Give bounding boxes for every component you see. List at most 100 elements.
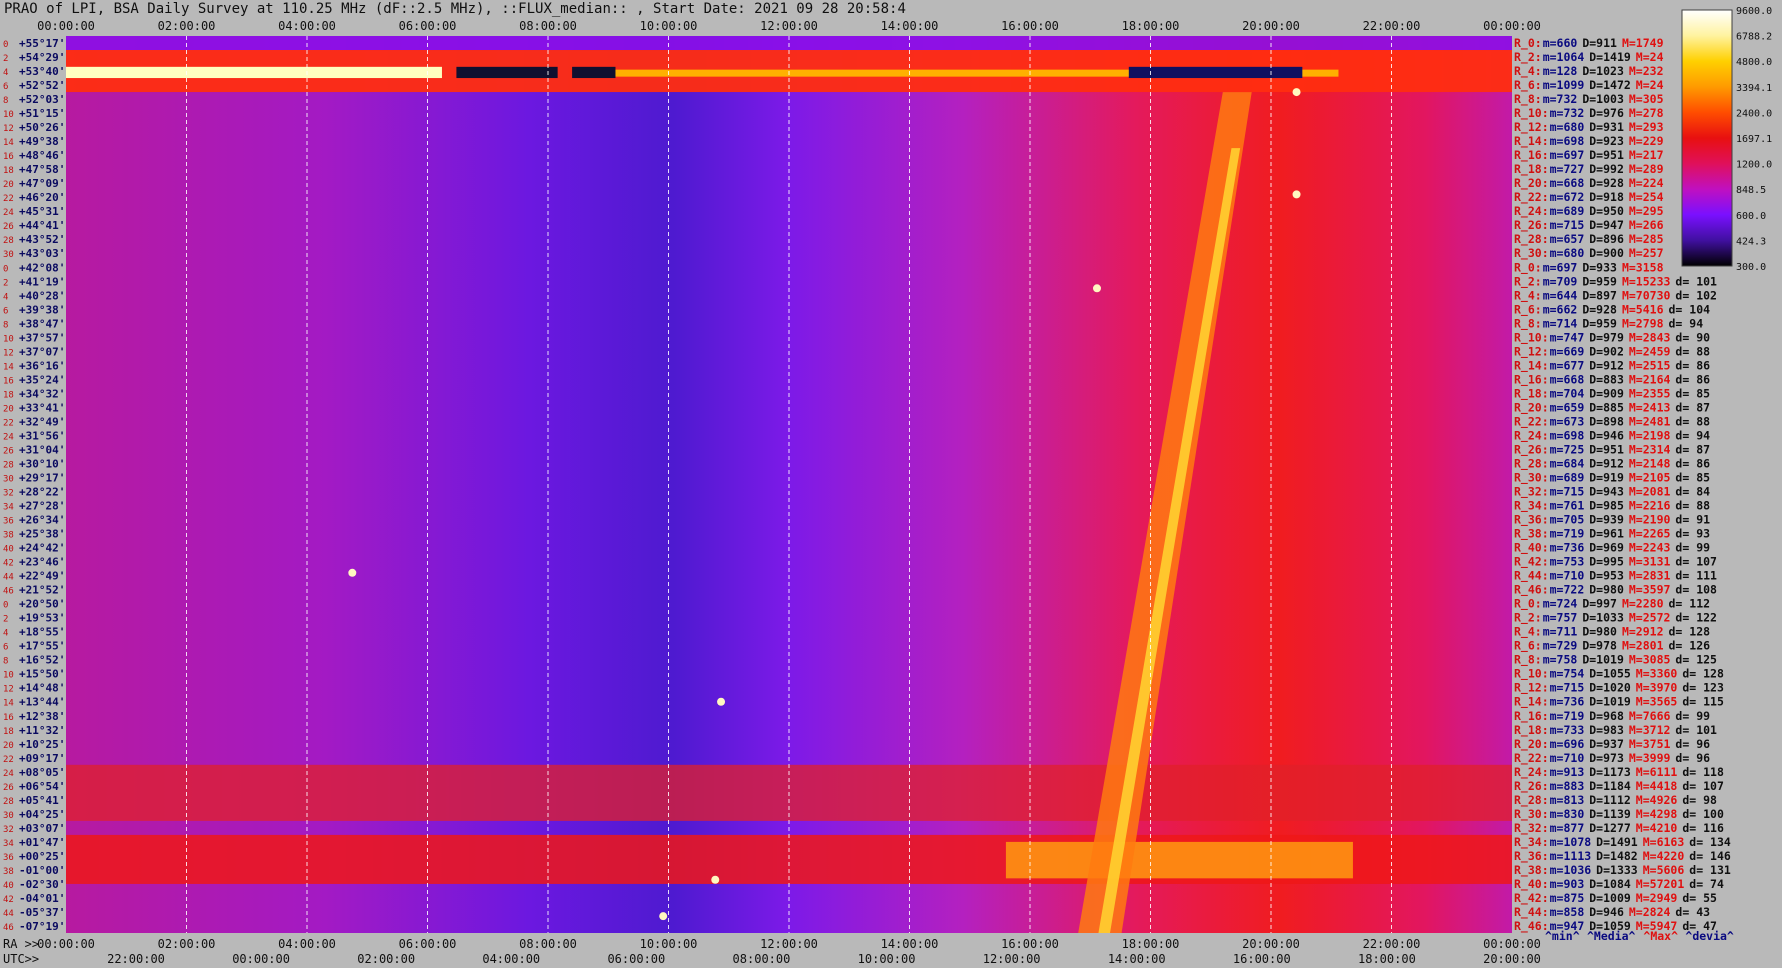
ra-tick-label: 20:00:00	[1242, 937, 1300, 951]
row-index-label: 36	[3, 517, 14, 527]
stat-row: R_10:m=747 D=979 M=2843 d= 90	[1514, 330, 1710, 345]
row-index-label: 16	[3, 152, 14, 162]
stat-row: R_16:m=719 D=968 M=7666 d= 99	[1514, 709, 1710, 724]
stat-row: R_30:m=680 D=900 M=257	[1514, 246, 1664, 261]
row-index-label: 22	[3, 755, 14, 765]
declination-label: -07°19'	[19, 920, 65, 933]
strip-row	[456, 66, 558, 79]
bottom-axes: RA >>00:00:00 02:00:00 04:00:00 06:00:00 08:…	[3, 929, 1734, 966]
declination-label: +20°50'	[19, 598, 65, 611]
row-index-label: 42	[3, 559, 14, 569]
row-index-label: 40	[3, 545, 14, 555]
row-index-label: 30	[3, 474, 14, 484]
declination-label: +38°47'	[19, 317, 65, 330]
stat-row: R_16:m=697 D=951 M=217	[1514, 148, 1664, 163]
row-index-label: 6	[3, 643, 8, 653]
stat-row: R_18:m=727 D=992 M=289	[1514, 162, 1664, 177]
footer-legend-item: ^Max^	[1643, 929, 1678, 943]
stat-row: R_24:m=698 D=946 M=2198 d= 94	[1514, 428, 1710, 443]
row-index-label: 14	[3, 699, 14, 709]
utc-tick-label: 06:00:00	[607, 952, 665, 966]
row-index-label: 22	[3, 418, 14, 428]
declination-label: +00°25'	[19, 850, 65, 863]
colorbar-tick-label: 300.0	[1736, 262, 1766, 273]
strip-row	[1128, 66, 1303, 79]
stat-row: R_4:m=644 D=897 M=70730 d= 102	[1514, 288, 1717, 303]
stat-row: R_26:m=725 D=951 M=2314 d= 87	[1514, 442, 1710, 457]
declination-label: +31°56'	[19, 429, 65, 442]
ra-tick-label: 08:00:00	[519, 937, 577, 951]
declination-label: +27°28'	[19, 500, 65, 513]
declination-label: +23°46'	[19, 556, 65, 569]
utc-tick-label: 08:00:00	[733, 952, 791, 966]
stat-row: R_20:m=659 D=885 M=2413 d= 87	[1514, 400, 1710, 415]
stat-row: R_2:m=757 D=1033 M=2572 d= 122	[1514, 611, 1717, 626]
declination-label: +49°38'	[19, 135, 65, 148]
declination-label: +06°54'	[19, 780, 65, 793]
declination-label: +37°07'	[19, 345, 65, 358]
declination-label: +22°49'	[19, 570, 65, 583]
row-index-label: 0	[3, 40, 8, 50]
declination-label: +04°25'	[19, 808, 65, 821]
row-index-label: 34	[3, 839, 14, 849]
ra-tick-label: 12:00:00	[760, 937, 818, 951]
stat-row: R_2:m=1064 D=1419 M=24	[1514, 50, 1664, 65]
declination-label: +52°03'	[19, 93, 65, 106]
declination-axis: 0 +55°17' 2 +54°29' 4 +53°40' 6 +52°52' 8 +52°03'…	[3, 37, 65, 933]
row-index-label: 20	[3, 741, 14, 751]
ra-tick-label: 14:00:00	[881, 937, 939, 951]
colorbar-tick-label: 600.0	[1736, 211, 1766, 222]
point-source	[1292, 190, 1301, 199]
row-index-label: 10	[3, 671, 14, 681]
declination-label: -02°30'	[19, 878, 65, 891]
stat-row: R_6:m=662 D=928 M=5416 d= 104	[1514, 302, 1710, 317]
declination-label: +50°26'	[19, 121, 65, 134]
declination-label: +48°46'	[19, 149, 65, 162]
row-index-label: 16	[3, 713, 14, 723]
row-index-label: 6	[3, 82, 8, 92]
row-index-label: 4	[3, 292, 8, 302]
strip-row	[572, 66, 616, 79]
stat-row: R_4:m=128 D=1023 M=232	[1514, 64, 1664, 79]
stat-row: R_36:m=705 D=939 M=2190 d= 91	[1514, 513, 1710, 528]
top-time-axis: 00:00:00 02:00:00 04:00:00 06:00:00 08:00:00…	[37, 19, 1541, 33]
top-time-label: 22:00:00	[1363, 19, 1421, 33]
point-source	[1092, 284, 1101, 293]
stat-row: R_32:m=877 D=1277 M=4210 d= 116	[1514, 821, 1724, 836]
utc-tick-label: 04:00:00	[482, 952, 540, 966]
declination-label: +01°47'	[19, 836, 65, 849]
stat-row: R_0:m=724 D=997 M=2280 d= 112	[1514, 597, 1710, 612]
row-index-label: 24	[3, 769, 14, 779]
top-time-label: 00:00:00	[37, 19, 95, 33]
declination-label: +14°48'	[19, 682, 65, 695]
ra-tick-label: 00:00:00	[1483, 937, 1541, 951]
declination-label: +45°31'	[19, 205, 65, 218]
heatmap-chart: 00:00:00 02:00:00 04:00:00 06:00:00 08:00:00…	[3, 6, 1772, 966]
stat-row: R_24:m=913 D=1173 M=6111 d= 118	[1514, 765, 1724, 780]
stat-row: R_34:m=1078 D=1491 M=6163 d= 134	[1514, 835, 1731, 850]
declination-label: +31°04'	[19, 443, 65, 456]
stat-row: R_28:m=813 D=1112 M=4926 d= 98	[1514, 793, 1717, 808]
utc-tick-label: 02:00:00	[357, 952, 415, 966]
declination-label: +40°28'	[19, 289, 65, 302]
stat-row: R_20:m=696 D=937 M=3751 d= 96	[1514, 737, 1710, 752]
row-index-label: 12	[3, 124, 14, 134]
colorbar-tick-label: 4800.0	[1736, 57, 1772, 68]
row-index-label: 44	[3, 909, 14, 919]
stat-row: R_30:m=689 D=919 M=2105 d= 85	[1514, 470, 1710, 485]
stat-row: R_12:m=715 D=1020 M=3970 d= 123	[1514, 681, 1724, 696]
stat-row: R_14:m=677 D=912 M=2515 d= 86	[1514, 358, 1710, 373]
point-source	[717, 697, 726, 706]
declination-label: +03°07'	[19, 822, 65, 835]
row-index-label: 22	[3, 194, 14, 204]
row-index-label: 16	[3, 376, 14, 386]
stat-row: R_16:m=668 D=883 M=2164 d= 86	[1514, 372, 1710, 387]
row-index-label: 38	[3, 867, 14, 877]
declination-label: +41°19'	[19, 275, 65, 288]
row-index-label: 40	[3, 881, 14, 891]
top-time-label: 12:00:00	[760, 19, 818, 33]
declination-label: +46°20'	[19, 191, 65, 204]
row-index-label: 46	[3, 923, 14, 933]
stat-row: R_6:m=729 D=978 M=2801 d= 126	[1514, 639, 1710, 654]
top-time-label: 08:00:00	[519, 19, 577, 33]
